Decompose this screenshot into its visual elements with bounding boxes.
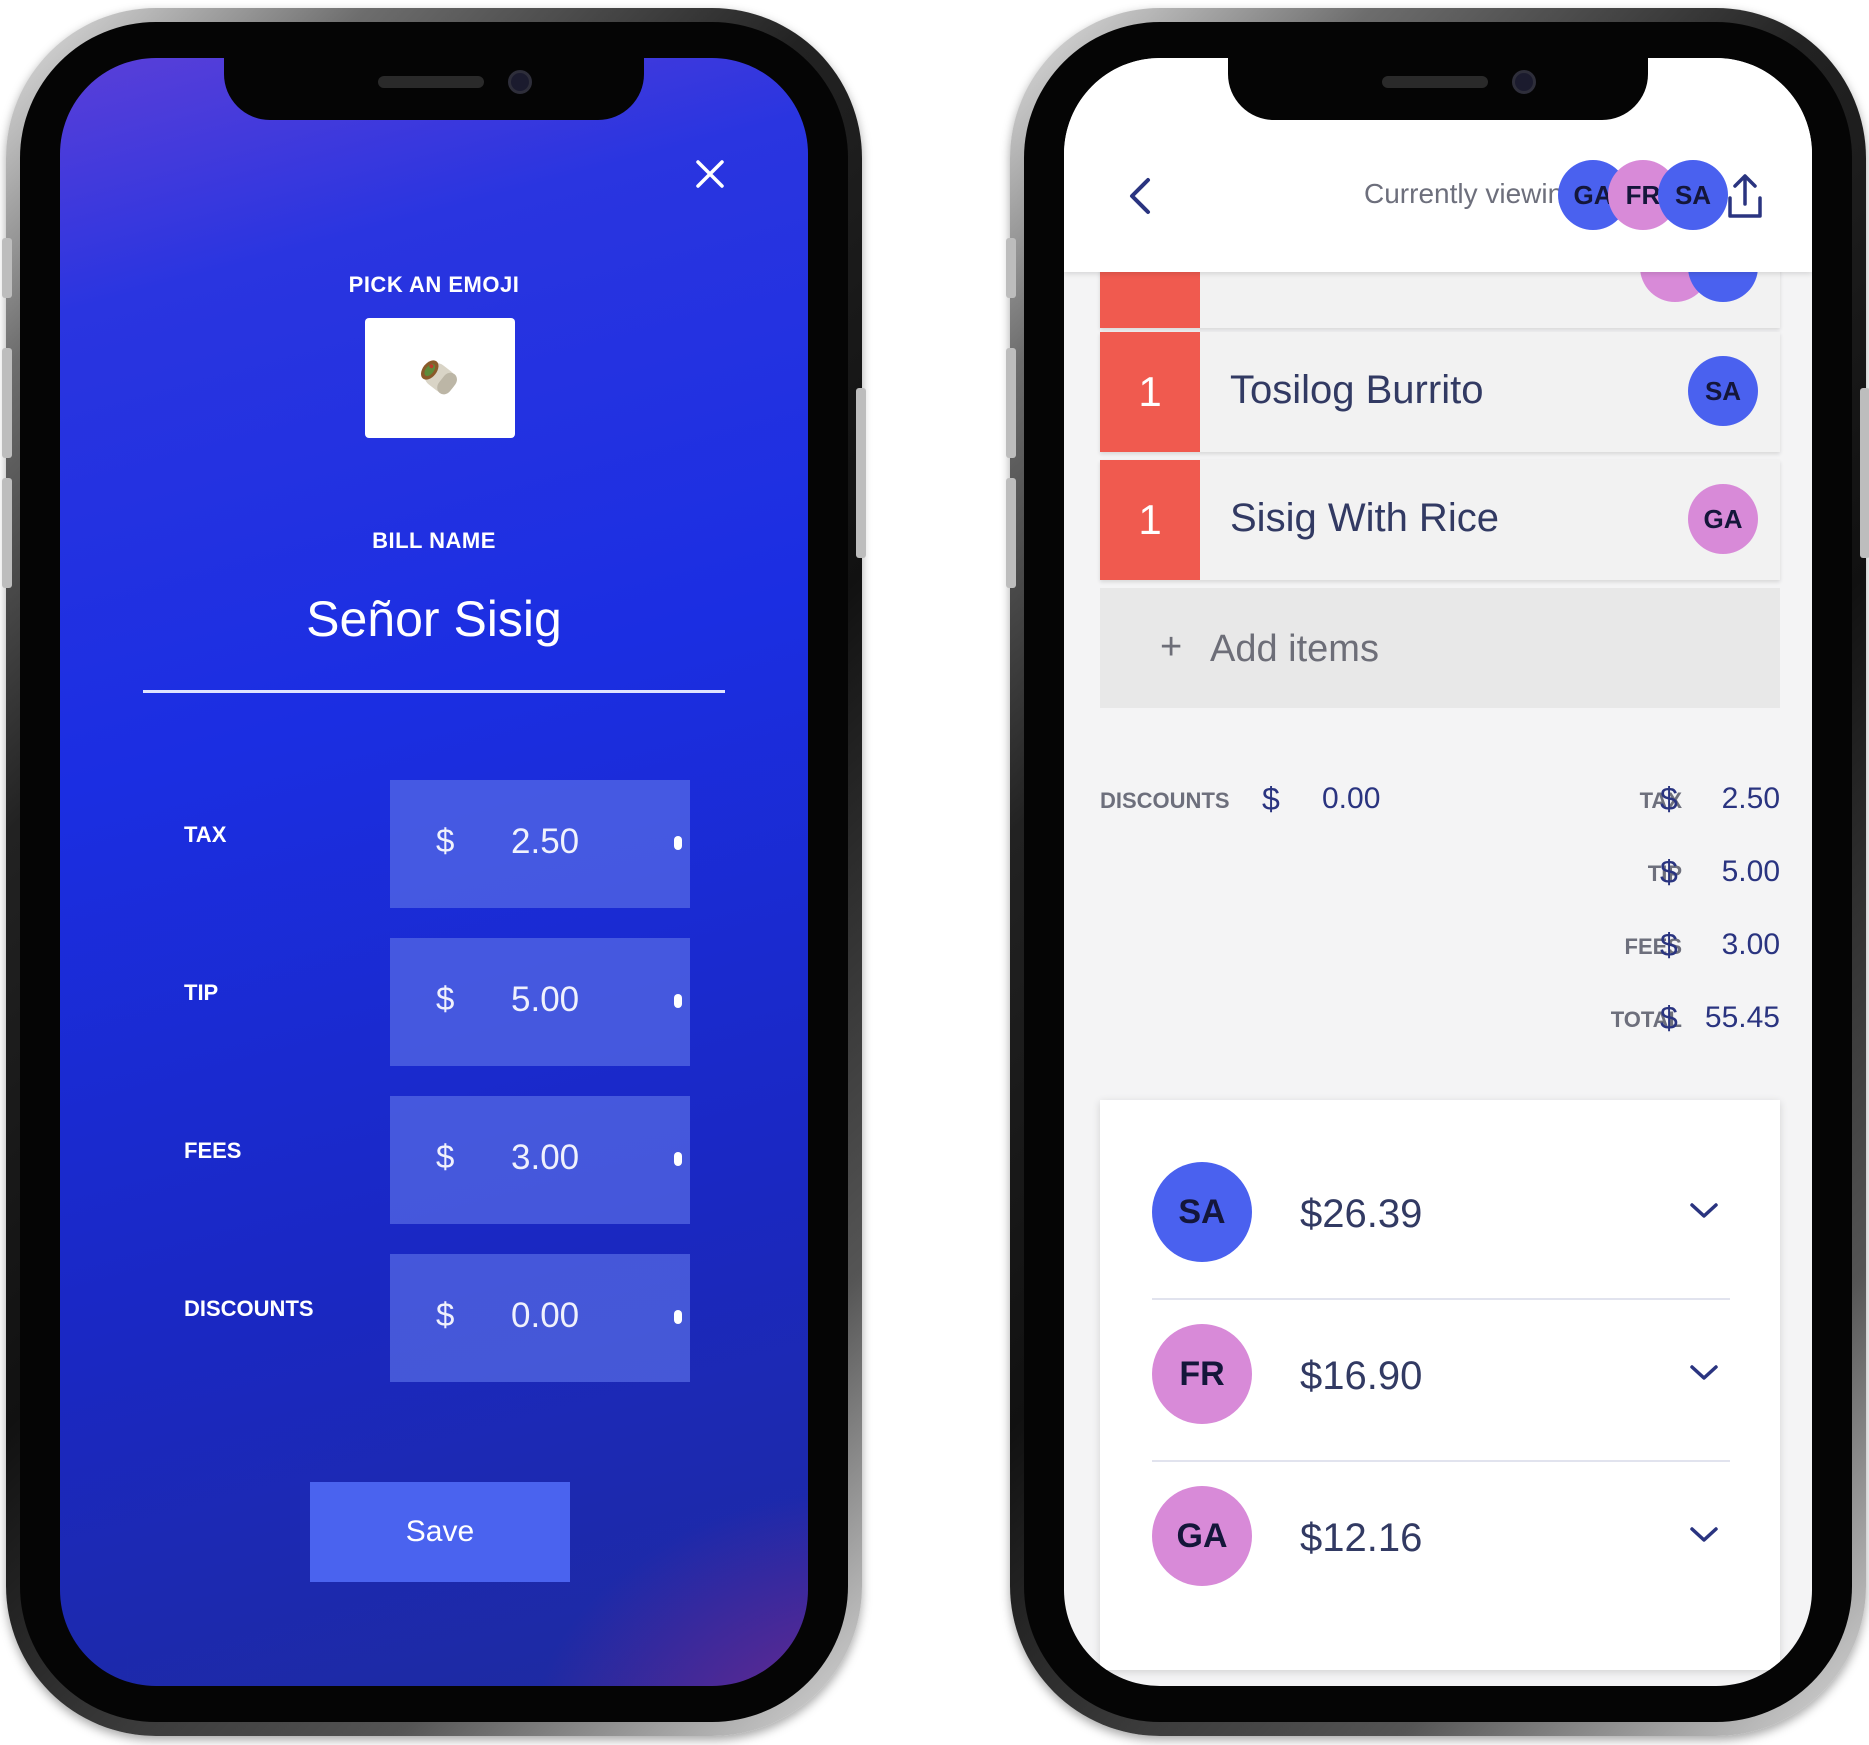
split-initials: FR bbox=[1179, 1354, 1225, 1393]
item-assignee-avatar[interactable]: SA bbox=[1688, 356, 1758, 426]
power-button bbox=[1860, 388, 1869, 558]
close-icon bbox=[696, 160, 724, 188]
viewer-initials: FR bbox=[1625, 179, 1661, 210]
bill-detail-screen: Currently viewing GA FR SA 1 Tosilog Bur… bbox=[1064, 58, 1812, 1686]
tip-field[interactable]: $ 5.00 bbox=[390, 938, 690, 1066]
chevron-down-icon[interactable] bbox=[1688, 1524, 1720, 1546]
notch bbox=[1228, 58, 1648, 120]
splits-card: SA $26.39 FR $16.90 GA $12.16 bbox=[1100, 1100, 1780, 1670]
save-button[interactable]: Save bbox=[310, 1482, 570, 1582]
phone-frame-right: Currently viewing GA FR SA 1 Tosilog Bur… bbox=[1006, 8, 1869, 1736]
tax-field[interactable]: $ 2.50 bbox=[390, 780, 690, 908]
avatar: FR bbox=[1152, 1324, 1252, 1424]
power-button bbox=[856, 388, 866, 558]
split-row[interactable]: FR $16.90 bbox=[1100, 1290, 1780, 1450]
currency-symbol: $ bbox=[436, 822, 455, 859]
currency-symbol: $ bbox=[1660, 781, 1678, 817]
split-row[interactable]: SA $26.39 bbox=[1100, 1128, 1780, 1288]
share-icon[interactable] bbox=[1724, 172, 1766, 222]
currency-symbol: $ bbox=[1660, 854, 1678, 890]
edit-bill-screen: PICK AN EMOJI BILL NAME Señor Sisig TAX … bbox=[60, 58, 808, 1686]
list-item[interactable]: 1 Sisig With Rice GA bbox=[1100, 460, 1780, 580]
discounts-value: 0.00 bbox=[1322, 782, 1381, 815]
split-initials: SA bbox=[1178, 1192, 1226, 1231]
emoji-picker[interactable] bbox=[365, 318, 515, 438]
discounts-field[interactable]: $ 0.00 bbox=[390, 1254, 690, 1382]
phone-frame-left: PICK AN EMOJI BILL NAME Señor Sisig TAX … bbox=[2, 8, 866, 1736]
avatar: SA bbox=[1152, 1162, 1252, 1262]
assignee-initials: GA bbox=[1703, 503, 1743, 534]
stepper-icon[interactable] bbox=[674, 1152, 682, 1166]
volume-up-button bbox=[1006, 348, 1016, 458]
viewer-initials: GA bbox=[1573, 179, 1613, 210]
chevron-down-icon[interactable] bbox=[1688, 1200, 1720, 1222]
fees-value: 3.00 bbox=[1721, 928, 1780, 961]
split-row[interactable]: GA $12.16 bbox=[1100, 1452, 1780, 1612]
currently-viewing-label: Currently viewing bbox=[1364, 178, 1579, 209]
item-assignee-avatar[interactable]: GA bbox=[1688, 484, 1758, 554]
avatar: GA bbox=[1152, 1486, 1252, 1586]
fees-value[interactable]: 3.00 bbox=[511, 1138, 579, 1178]
volume-down-button bbox=[2, 478, 12, 588]
tax-value[interactable]: 2.50 bbox=[511, 822, 579, 862]
tip-label: TIP bbox=[184, 980, 219, 1005]
discounts-label: DISCOUNTS bbox=[184, 1296, 314, 1321]
tip-value[interactable]: 5.00 bbox=[511, 980, 579, 1020]
volume-down-button bbox=[1006, 478, 1016, 588]
bill-name-label: BILL NAME bbox=[372, 528, 496, 553]
bill-name-underline bbox=[143, 690, 725, 693]
currency-symbol: $ bbox=[1262, 781, 1280, 817]
tax-value: 2.50 bbox=[1721, 782, 1780, 815]
bill-name-input[interactable]: Señor Sisig bbox=[60, 590, 808, 648]
back-arrow-icon[interactable] bbox=[1122, 174, 1158, 218]
item-name: Sisig With Rice bbox=[1230, 496, 1499, 540]
currency-symbol: $ bbox=[436, 1296, 455, 1333]
currency-symbol: $ bbox=[436, 1138, 455, 1175]
tip-value: 5.00 bbox=[1721, 855, 1780, 888]
currency-symbol: $ bbox=[1660, 927, 1678, 963]
chevron-down-icon[interactable] bbox=[1688, 1362, 1720, 1384]
speaker-grille bbox=[378, 76, 484, 88]
currency-symbol: $ bbox=[436, 980, 455, 1017]
list-item[interactable]: 1 Tosilog Burrito SA bbox=[1100, 332, 1780, 452]
front-camera bbox=[508, 70, 532, 94]
stepper-icon[interactable] bbox=[674, 994, 682, 1008]
tax-label: TAX bbox=[184, 822, 227, 847]
discounts-value[interactable]: 0.00 bbox=[511, 1296, 579, 1336]
front-camera bbox=[1512, 70, 1536, 94]
discounts-label: DISCOUNTS bbox=[1100, 788, 1230, 813]
notch bbox=[224, 58, 644, 120]
fees-field[interactable]: $ 3.00 bbox=[390, 1096, 690, 1224]
mute-switch bbox=[1006, 238, 1016, 298]
viewer-initials: SA bbox=[1674, 179, 1712, 210]
close-button[interactable] bbox=[690, 154, 730, 194]
speaker-grille bbox=[1382, 76, 1488, 88]
total-value: 55.45 bbox=[1704, 1001, 1780, 1034]
split-amount: $26.39 bbox=[1300, 1192, 1423, 1236]
add-items-label: Add items bbox=[1210, 628, 1379, 670]
split-amount: $16.90 bbox=[1300, 1354, 1423, 1398]
stepper-icon[interactable] bbox=[674, 1310, 682, 1324]
stepper-icon[interactable] bbox=[674, 836, 682, 850]
mute-switch bbox=[2, 238, 12, 298]
burrito-emoji-icon bbox=[421, 360, 457, 395]
add-items-button[interactable]: + Add items bbox=[1100, 588, 1780, 708]
item-name: Tosilog Burrito bbox=[1230, 368, 1484, 412]
assignee-initials: SA bbox=[1704, 375, 1742, 406]
plus-icon: + bbox=[1160, 626, 1183, 668]
viewer-avatar[interactable]: SA bbox=[1658, 160, 1728, 230]
item-quantity: 1 bbox=[1100, 332, 1200, 452]
volume-up-button bbox=[2, 348, 12, 458]
item-quantity: 1 bbox=[1100, 460, 1200, 580]
pick-emoji-label: PICK AN EMOJI bbox=[348, 272, 520, 297]
split-amount: $12.16 bbox=[1300, 1516, 1423, 1560]
split-initials: GA bbox=[1176, 1516, 1228, 1555]
currency-symbol: $ bbox=[1660, 1000, 1678, 1036]
fees-label: FEES bbox=[184, 1138, 242, 1163]
